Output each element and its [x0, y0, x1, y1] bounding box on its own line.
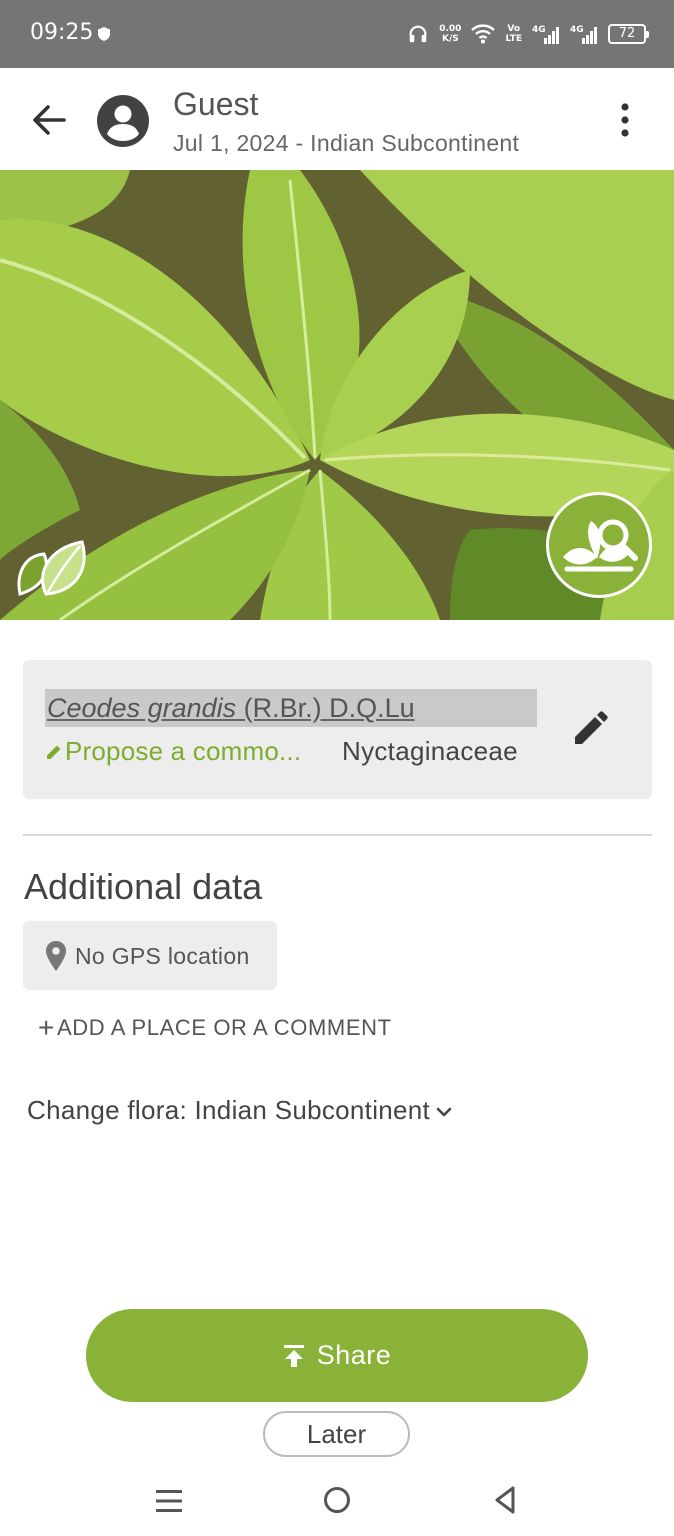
plus-icon: + [38, 1012, 55, 1043]
signal2-label: 4G [570, 25, 584, 35]
additional-data-title: Additional data [24, 866, 263, 907]
share-button-content: Share [86, 1309, 588, 1402]
app-bar: Guest Jul 1, 2024 - Indian Subcontinent [0, 68, 674, 170]
later-button[interactable]: Later [263, 1411, 410, 1457]
propose-common-name-link[interactable]: Propose a commo... [45, 736, 301, 767]
add-place-comment-button[interactable]: +ADD A PLACE OR A COMMENT [38, 1010, 392, 1043]
headphones-icon [409, 25, 427, 43]
scientific-name[interactable]: Ceodes grandis (R.Br.) D.Q.Lu [47, 693, 415, 724]
change-flora-label: Change flora: Indian Subcontinent [27, 1095, 431, 1125]
volte-bottom: LTE [505, 34, 522, 44]
back-arrow-icon[interactable] [26, 100, 74, 140]
share-button[interactable]: Share [86, 1309, 588, 1402]
signal-icon: 4G [570, 25, 597, 44]
system-nav-bar [0, 1470, 674, 1536]
gps-location-chip[interactable]: No GPS location [23, 921, 277, 990]
edit-icon[interactable] [569, 708, 611, 750]
home-circle-icon[interactable] [322, 1485, 352, 1515]
observation-date-region: Jul 1, 2024 - Indian Subcontinent [173, 130, 520, 156]
status-icons: 0.00 K/S Vo LTE 4G 4G 72 [407, 18, 649, 50]
plant-search-icon [563, 519, 638, 572]
share-label: Share [316, 1340, 392, 1370]
gps-location-label: No GPS location [75, 943, 250, 969]
chevron-down-icon [436, 1107, 452, 1117]
user-name: Guest [173, 86, 259, 122]
volte-top: Vo [507, 24, 521, 34]
more-vert-icon[interactable] [608, 100, 642, 140]
shield-icon [98, 27, 110, 41]
propose-common-name-label: Propose a commo... [65, 736, 302, 766]
account-circle-icon[interactable] [96, 94, 150, 148]
wifi-icon [471, 24, 496, 44]
back-triangle-icon[interactable] [490, 1484, 520, 1516]
status-bar: 09:25 0.00 K/S Vo LTE 4G 4G 72 [0, 0, 674, 68]
pencil-icon [47, 745, 61, 759]
net-speed-value: 0.00 [439, 24, 462, 34]
divider [23, 834, 652, 836]
net-speed-unit: K/S [441, 34, 459, 44]
menu-icon[interactable] [154, 1486, 184, 1516]
location-pin-icon [46, 941, 66, 971]
signal1-label: 4G [532, 25, 546, 35]
species-card: Ceodes grandis (R.Br.) D.Q.Lu Propose a … [23, 660, 652, 799]
net-speed: 0.00 K/S [439, 24, 461, 44]
leaf-badge-icon [17, 540, 86, 596]
scientific-name-highlight[interactable]: Ceodes grandis (R.Br.) D.Q.Lu [45, 689, 537, 727]
signal-icon: 4G [532, 25, 559, 44]
battery-icon: 72 [608, 24, 649, 44]
add-place-comment-label: ADD A PLACE OR A COMMENT [56, 1015, 392, 1040]
identify-button[interactable] [546, 492, 652, 598]
upload-icon [283, 1344, 304, 1367]
scientific-name-binomial: Ceodes grandis [47, 693, 237, 723]
volte-indicator: Vo LTE [505, 24, 522, 44]
family-name: Nyctaginaceae [342, 736, 518, 766]
scientific-name-author: (R.Br.) D.Q.Lu [236, 693, 415, 723]
change-flora-dropdown[interactable]: Change flora: Indian Subcontinent [27, 1095, 452, 1126]
status-time: 09:25 [30, 20, 94, 45]
plant-photo[interactable] [0, 170, 674, 620]
